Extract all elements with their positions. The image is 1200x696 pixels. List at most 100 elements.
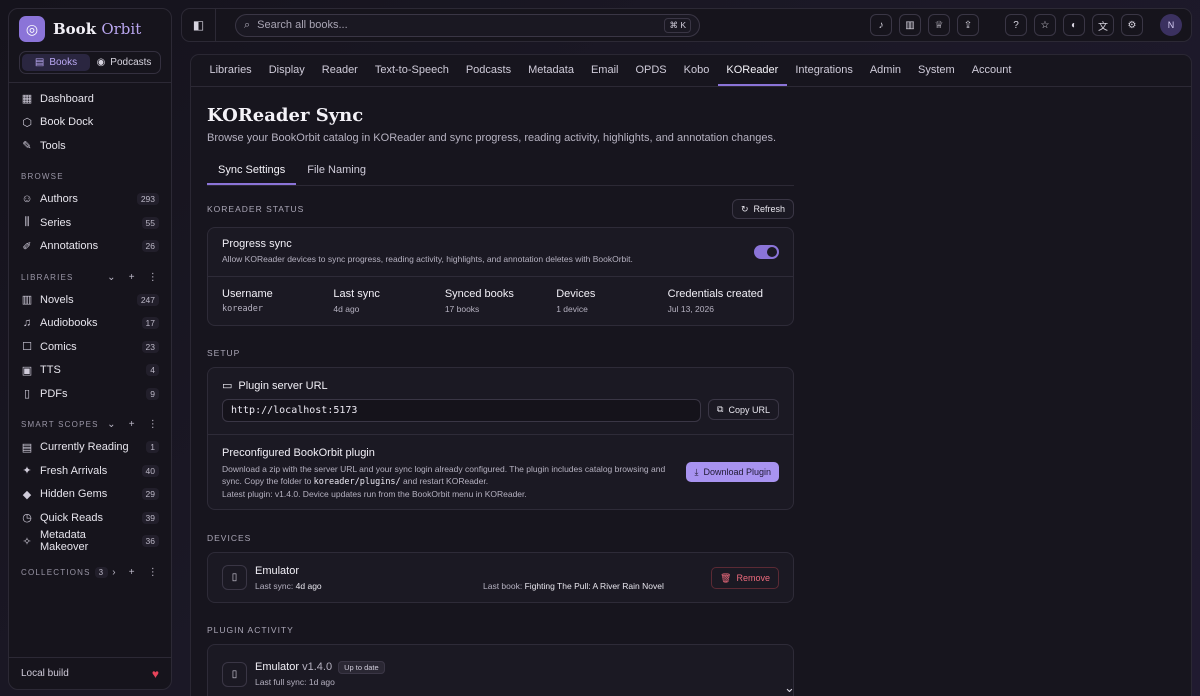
notifications-button[interactable]: ♪ — [870, 14, 892, 36]
switch-podcasts[interactable]: ◉ Podcasts — [90, 54, 158, 71]
stat-value: 17 books — [444, 304, 480, 314]
logo-word-orbit: Orbit — [101, 20, 142, 38]
switch-books[interactable]: ▤ Books — [22, 54, 90, 71]
tab-admin[interactable]: Admin — [861, 55, 909, 86]
translate-icon: 文 — [1098, 21, 1108, 33]
plugin-url-field[interactable]: http://localhost:5173 — [222, 399, 702, 422]
sidebar-item-tts[interactable]: ▣ TTS 4 — [9, 359, 171, 383]
sidebar-item-authors[interactable]: ☺ Authors 293 — [9, 188, 171, 212]
tab-system[interactable]: System — [910, 55, 964, 86]
search-input[interactable]: ⌕ Search all books... ⌘ K — [235, 13, 700, 37]
comic-icon: ☐ — [22, 341, 32, 354]
last-full-sync: Last full sync: 1d ago — [255, 677, 335, 687]
tab-integrations[interactable]: Integrations — [787, 55, 861, 86]
devices-heading: DEVICES — [207, 533, 252, 543]
last-sync-value: 4d ago — [295, 580, 322, 591]
plus-icon[interactable]: + — [129, 272, 136, 283]
tab-koreader[interactable]: KOReader — [717, 55, 787, 86]
tab-text-to-speech[interactable]: Text-to-Speech — [366, 55, 457, 86]
section-title: LIBRARIES — [21, 272, 74, 282]
chevron-down-icon[interactable]: ⌄ — [107, 419, 117, 430]
top-bar: ◧ ⌕ Search all books... ⌘ K ♪ ▥ ♕ ⇪ ? ☆ … — [181, 8, 1192, 42]
tab-email[interactable]: Email — [582, 55, 627, 86]
tab-opds[interactable]: OPDS — [627, 55, 675, 86]
progress-sync-toggle[interactable] — [754, 245, 779, 259]
sidebar-item-metadata-makeover[interactable]: ✧ Metadata Makeover 36 — [9, 529, 171, 553]
upload-button[interactable]: ⇪ — [957, 14, 979, 36]
tab-account[interactable]: Account — [963, 55, 1020, 86]
tab-reader[interactable]: Reader — [313, 55, 366, 86]
more-icon[interactable]: ⋮ — [148, 419, 159, 430]
stat-label: Username — [222, 288, 273, 300]
download-icon: ⤓ — [694, 466, 699, 477]
setup-heading: SETUP — [207, 348, 241, 358]
plugin-description: Download a zip with the server URL and y… — [222, 463, 672, 500]
star-icon: ☆ — [1040, 19, 1050, 31]
sidebar-item-tools[interactable]: ✎ Tools — [9, 134, 171, 158]
sidebar-item-label: Audiobooks — [40, 317, 98, 330]
last-book-value: Fighting The Pull: A River Rain Novel — [524, 581, 664, 591]
palette-icon: ◐ — [1070, 19, 1078, 31]
stat-value: Jul 13, 2026 — [667, 304, 714, 314]
plus-icon[interactable]: + — [129, 567, 136, 578]
stat-value: 4d ago — [333, 304, 360, 314]
favorites-button[interactable]: ☆ — [1034, 14, 1056, 36]
page-title: KOReader Sync — [207, 105, 364, 126]
tab-file-naming[interactable]: File Naming — [296, 157, 377, 185]
sidebar-item-dashboard[interactable]: ▦ Dashboard — [9, 87, 171, 111]
libraries-section-header: LIBRARIES ⌄ + ⋮ — [9, 266, 171, 288]
app-logo[interactable]: ◎ Book Orbit — [9, 9, 171, 49]
tab-kobo[interactable]: Kobo — [675, 55, 718, 86]
scroll-down-icon[interactable]: ⌄ — [784, 680, 795, 696]
remove-device-button[interactable]: 🗑 Remove — [711, 567, 779, 589]
tab-libraries[interactable]: Libraries — [201, 55, 260, 86]
refresh-button[interactable]: ↻ Refresh — [731, 199, 794, 219]
sidebar-item-audiobooks[interactable]: ♫ Audiobooks 17 — [9, 312, 171, 336]
settings-button[interactable]: ⚙ — [1121, 14, 1143, 36]
device-row: ▯ Emulator Last sync: 4d ago Last book: … — [207, 552, 794, 603]
sidebar-item-label: Fresh Arrivals — [40, 464, 108, 477]
sidebar-item-label: Book Dock — [40, 116, 94, 129]
language-button[interactable]: 文 — [1092, 14, 1114, 36]
plus-icon[interactable]: + — [129, 419, 136, 430]
sidebar-item-currently-reading[interactable]: ▤ Currently Reading 1 — [9, 436, 171, 460]
sidebar-item-comics[interactable]: ☐ Comics 23 — [9, 335, 171, 359]
browse-section-header: BROWSE — [9, 166, 171, 188]
plugin-activity-row: ▯ Emulator v1.4.0 Up to date Last full sy… — [207, 644, 794, 696]
tab-podcasts[interactable]: Podcasts — [457, 55, 519, 86]
gear-icon: ⚙ — [1127, 19, 1137, 31]
tab-sync-settings[interactable]: Sync Settings — [207, 157, 297, 185]
sidebar-item-book-dock[interactable]: ⬡ Book Dock — [9, 111, 171, 135]
download-plugin-button[interactable]: ⤓ Download Plugin — [686, 462, 779, 482]
sidebar-item-pdfs[interactable]: ▯ PDFs 9 — [9, 382, 171, 406]
stats-button[interactable]: ▥ — [899, 14, 921, 36]
smart-scopes-section-header: SMART SCOPES ⌄ + ⋮ — [9, 414, 171, 436]
heart-icon[interactable]: ♥ — [152, 667, 159, 681]
headphones-icon: ♫ — [22, 317, 32, 330]
theme-button[interactable]: ◐ — [1063, 14, 1085, 36]
sidebar-item-novels[interactable]: ▥ Novels 247 — [9, 288, 171, 312]
tab-display[interactable]: Display — [260, 55, 313, 86]
speech-book-icon: ▣ — [21, 364, 33, 377]
tab-metadata[interactable]: Metadata — [520, 55, 583, 86]
sidebar-toggle-button[interactable]: ◧ — [182, 9, 216, 41]
achievements-button[interactable]: ♕ — [928, 14, 950, 36]
help-button[interactable]: ? — [1005, 14, 1027, 36]
more-icon[interactable]: ⋮ — [148, 567, 159, 578]
sidebar-item-quick-reads[interactable]: ◷ Quick Reads 39 — [9, 506, 171, 530]
sidebar-item-fresh-arrivals[interactable]: ✦ Fresh Arrivals 40 — [9, 459, 171, 483]
copy-url-button[interactable]: ⧉ Copy URL — [708, 399, 779, 420]
chevron-down-icon[interactable]: ⌄ — [107, 272, 117, 283]
chevron-right-icon[interactable]: › — [112, 567, 117, 578]
book-open-icon: ▤ — [21, 441, 33, 454]
count-badge: 9 — [146, 387, 159, 400]
count-badge: 29 — [141, 488, 159, 501]
sidebar-item-annotations[interactable]: ✐ Annotations 26 — [9, 235, 171, 259]
upload-icon: ⇪ — [963, 19, 973, 31]
sidebar-item-series[interactable]: ⫼ Series 55 — [9, 211, 171, 235]
sidebar-item-hidden-gems[interactable]: ◆ Hidden Gems 29 — [9, 483, 171, 507]
avatar[interactable]: N — [1160, 14, 1182, 36]
count-badge: 55 — [141, 216, 159, 229]
tablet-icon: ▯ — [222, 661, 247, 687]
more-icon[interactable]: ⋮ — [148, 272, 159, 283]
